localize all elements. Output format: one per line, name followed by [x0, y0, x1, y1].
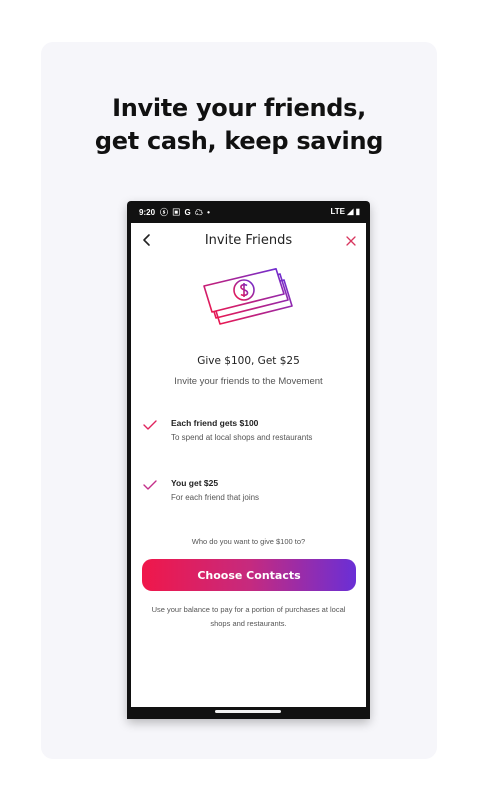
benefit-title: You get $25 — [171, 478, 219, 488]
check-icon — [143, 480, 157, 490]
app-bar: Invite Friends — [131, 223, 366, 259]
footer-note: Use your balance to pay for a portion of… — [151, 605, 346, 628]
benefit-description: For each friend that joins — [171, 493, 260, 502]
status-notification-icons: ⓢ ▣ G ☁ • — [160, 208, 211, 217]
benefit-description: To spend at local shops and restaurants — [171, 433, 313, 442]
status-bar: 9:20 ⓢ ▣ G ☁ • LTE ◢ ▮ — [127, 201, 370, 223]
headline-line-2: get cash, keep saving — [94, 127, 384, 155]
headline-line-1: Invite your friends, — [112, 94, 366, 122]
status-signal-battery: LTE ◢ ▮ — [330, 207, 360, 216]
offer-subtitle: Invite your friends to the Movement — [174, 376, 323, 387]
choose-contacts-button[interactable]: Choose Contacts — [142, 559, 356, 591]
page-title: Invite Friends — [204, 233, 293, 248]
home-indicator[interactable] — [215, 710, 281, 713]
promo-headline: Invite your friends, get cash, keep savi… — [0, 92, 478, 158]
phone-frame: 9:20 ⓢ ▣ G ☁ • LTE ◢ ▮ Invite Friends Gi… — [127, 201, 370, 719]
invite-question: Who do you want to give $100 to? — [191, 537, 306, 546]
close-icon[interactable] — [346, 236, 356, 246]
check-icon — [143, 420, 157, 430]
gesture-nav-bar — [127, 707, 370, 719]
app-screen: Invite Friends Give $100, Get $25 Invite… — [131, 223, 366, 707]
benefit-title: Each friend gets $100 — [171, 418, 259, 428]
status-time: 9:20 — [139, 208, 156, 217]
money-bills-icon — [203, 268, 293, 325]
offer-title: Give $100, Get $25 — [197, 355, 300, 367]
